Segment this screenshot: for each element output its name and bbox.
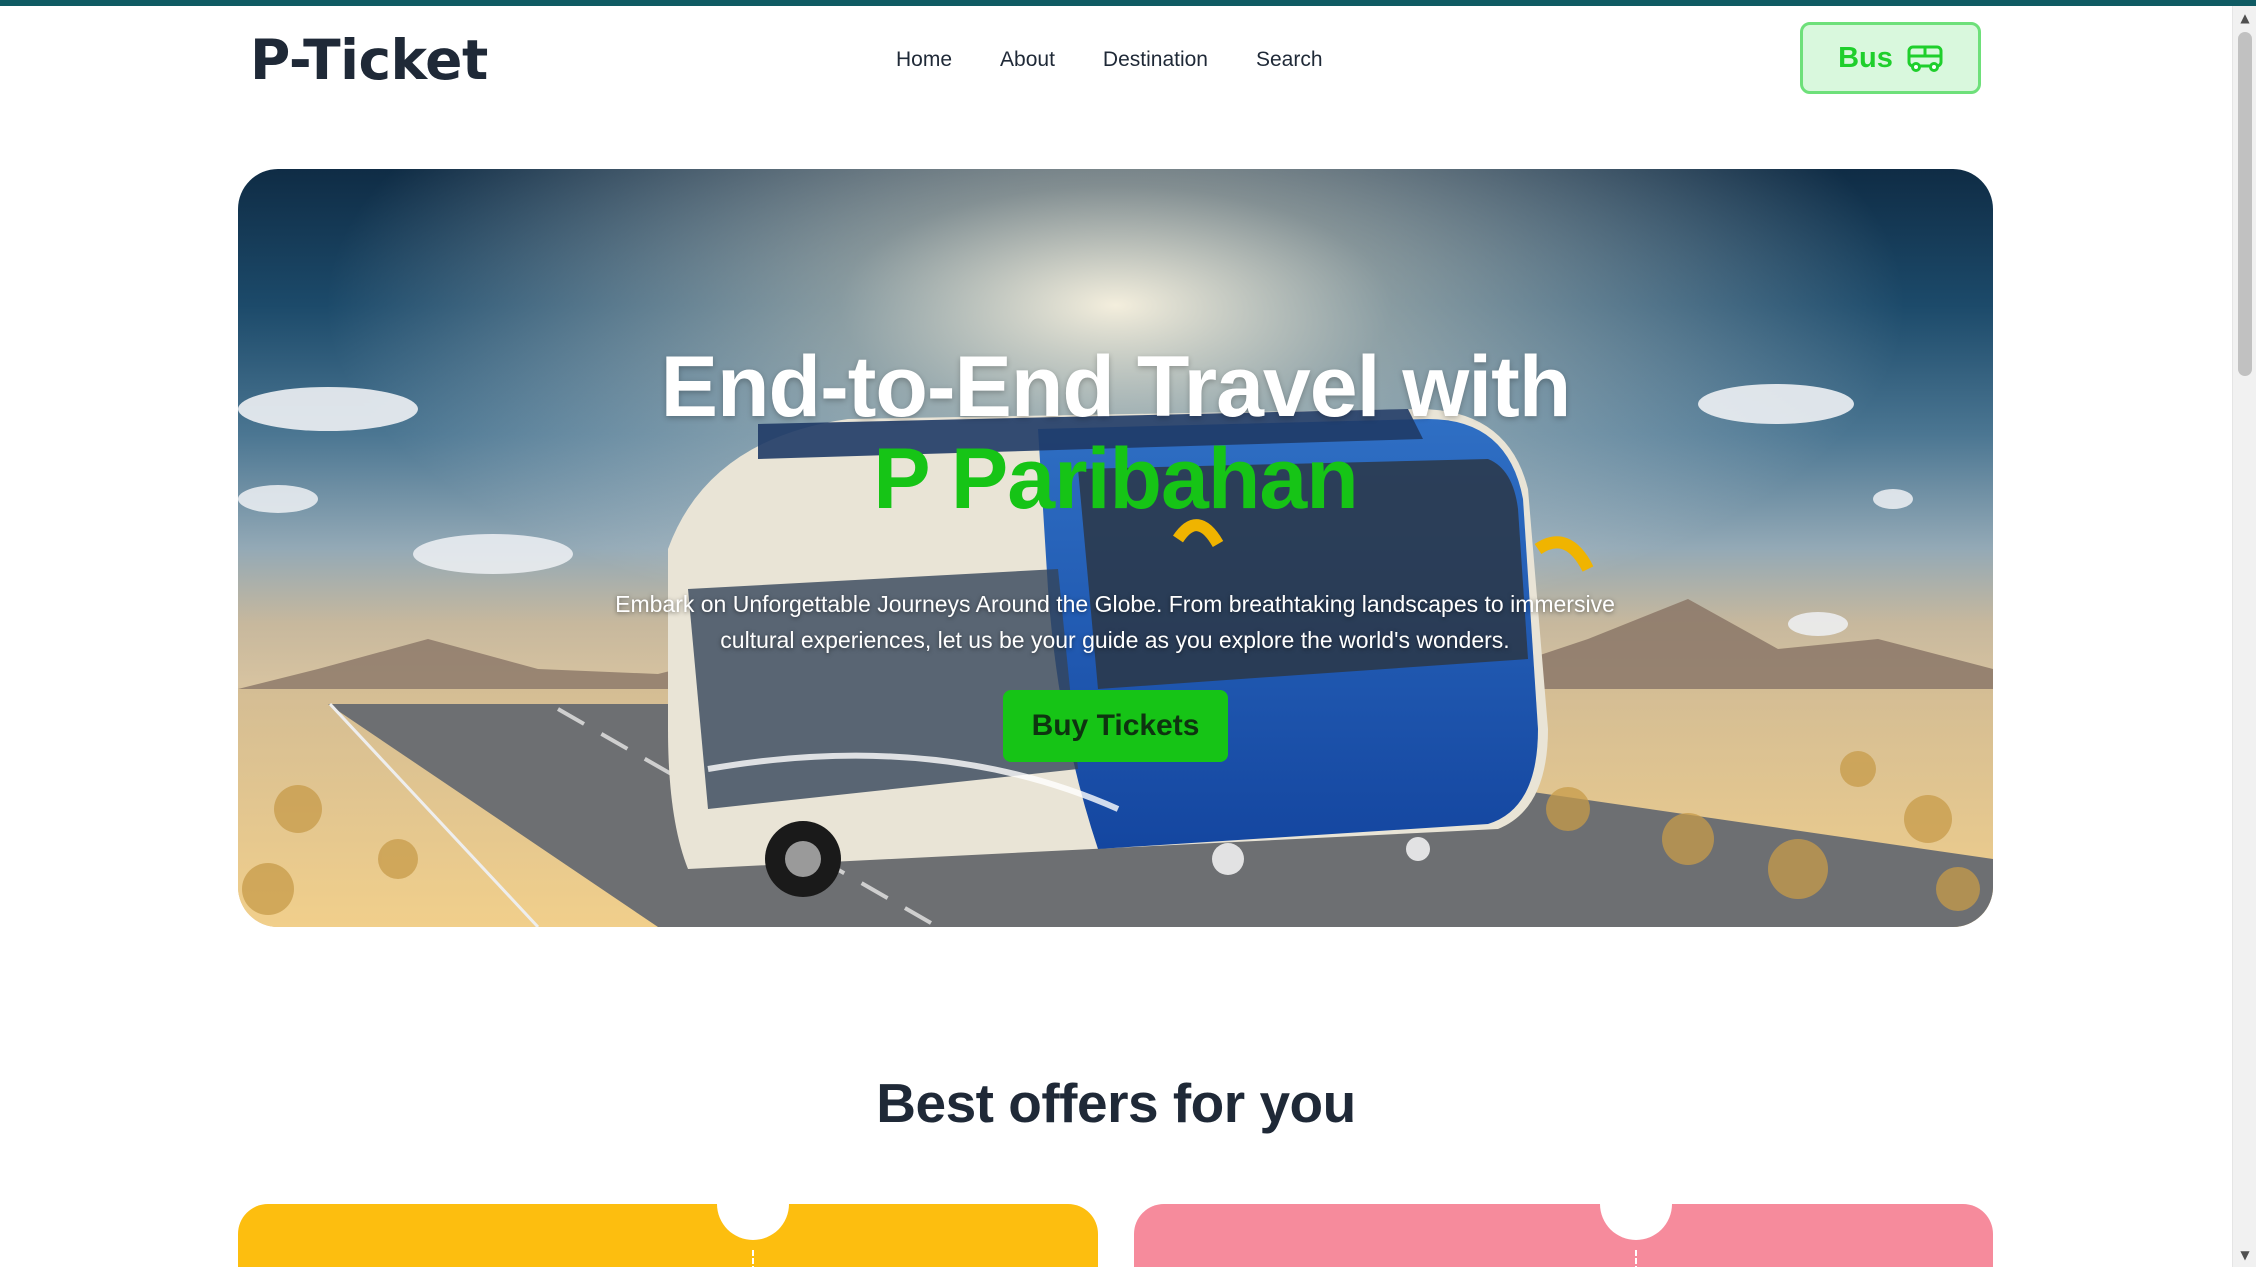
nav-link-home[interactable]: Home [896,48,952,72]
scroll-up-arrow-icon[interactable]: ▲ [2233,6,2256,30]
hero-description: Embark on Unforgettable Journeys Around … [615,591,1615,653]
offer-card-2[interactable] [1134,1168,1993,1267]
bus-button[interactable]: Bus [1800,22,1981,94]
main-nav: Home About Destination Search [896,48,1323,72]
nav-link-destination[interactable]: Destination [1103,48,1208,72]
vertical-scrollbar[interactable]: ▲ ▼ [2232,6,2256,1267]
site-logo[interactable]: P-Ticket [250,28,488,92]
buy-tickets-button[interactable]: Buy Tickets [1003,690,1228,762]
ticket-notch [717,1168,789,1240]
ticket-divider [752,1250,754,1267]
bus-button-label: Bus [1838,41,1893,74]
hero-banner: End-to-End Travel with P Paribahan Embar… [238,169,1993,927]
offer-card-1[interactable] [238,1168,1098,1267]
hero-brand-name: P Paribahan [873,431,1359,527]
ticket-notch [1600,1168,1672,1240]
hero-title: End-to-End Travel with [660,339,1572,435]
nav-link-about[interactable]: About [1000,48,1055,72]
scrollbar-thumb[interactable] [2238,32,2252,376]
bus-icon [1907,45,1943,72]
nav-link-search[interactable]: Search [1256,48,1323,72]
page-viewport: P-Ticket Home About Destination Search B… [0,6,2232,1267]
ticket-divider [1635,1250,1637,1267]
scroll-down-arrow-icon[interactable]: ▼ [2233,1243,2256,1267]
navbar: P-Ticket Home About Destination Search B… [0,6,2232,116]
offers-section-title: Best offers for you [876,1072,1356,1134]
hero-content: End-to-End Travel with P Paribahan Embar… [238,169,1993,927]
